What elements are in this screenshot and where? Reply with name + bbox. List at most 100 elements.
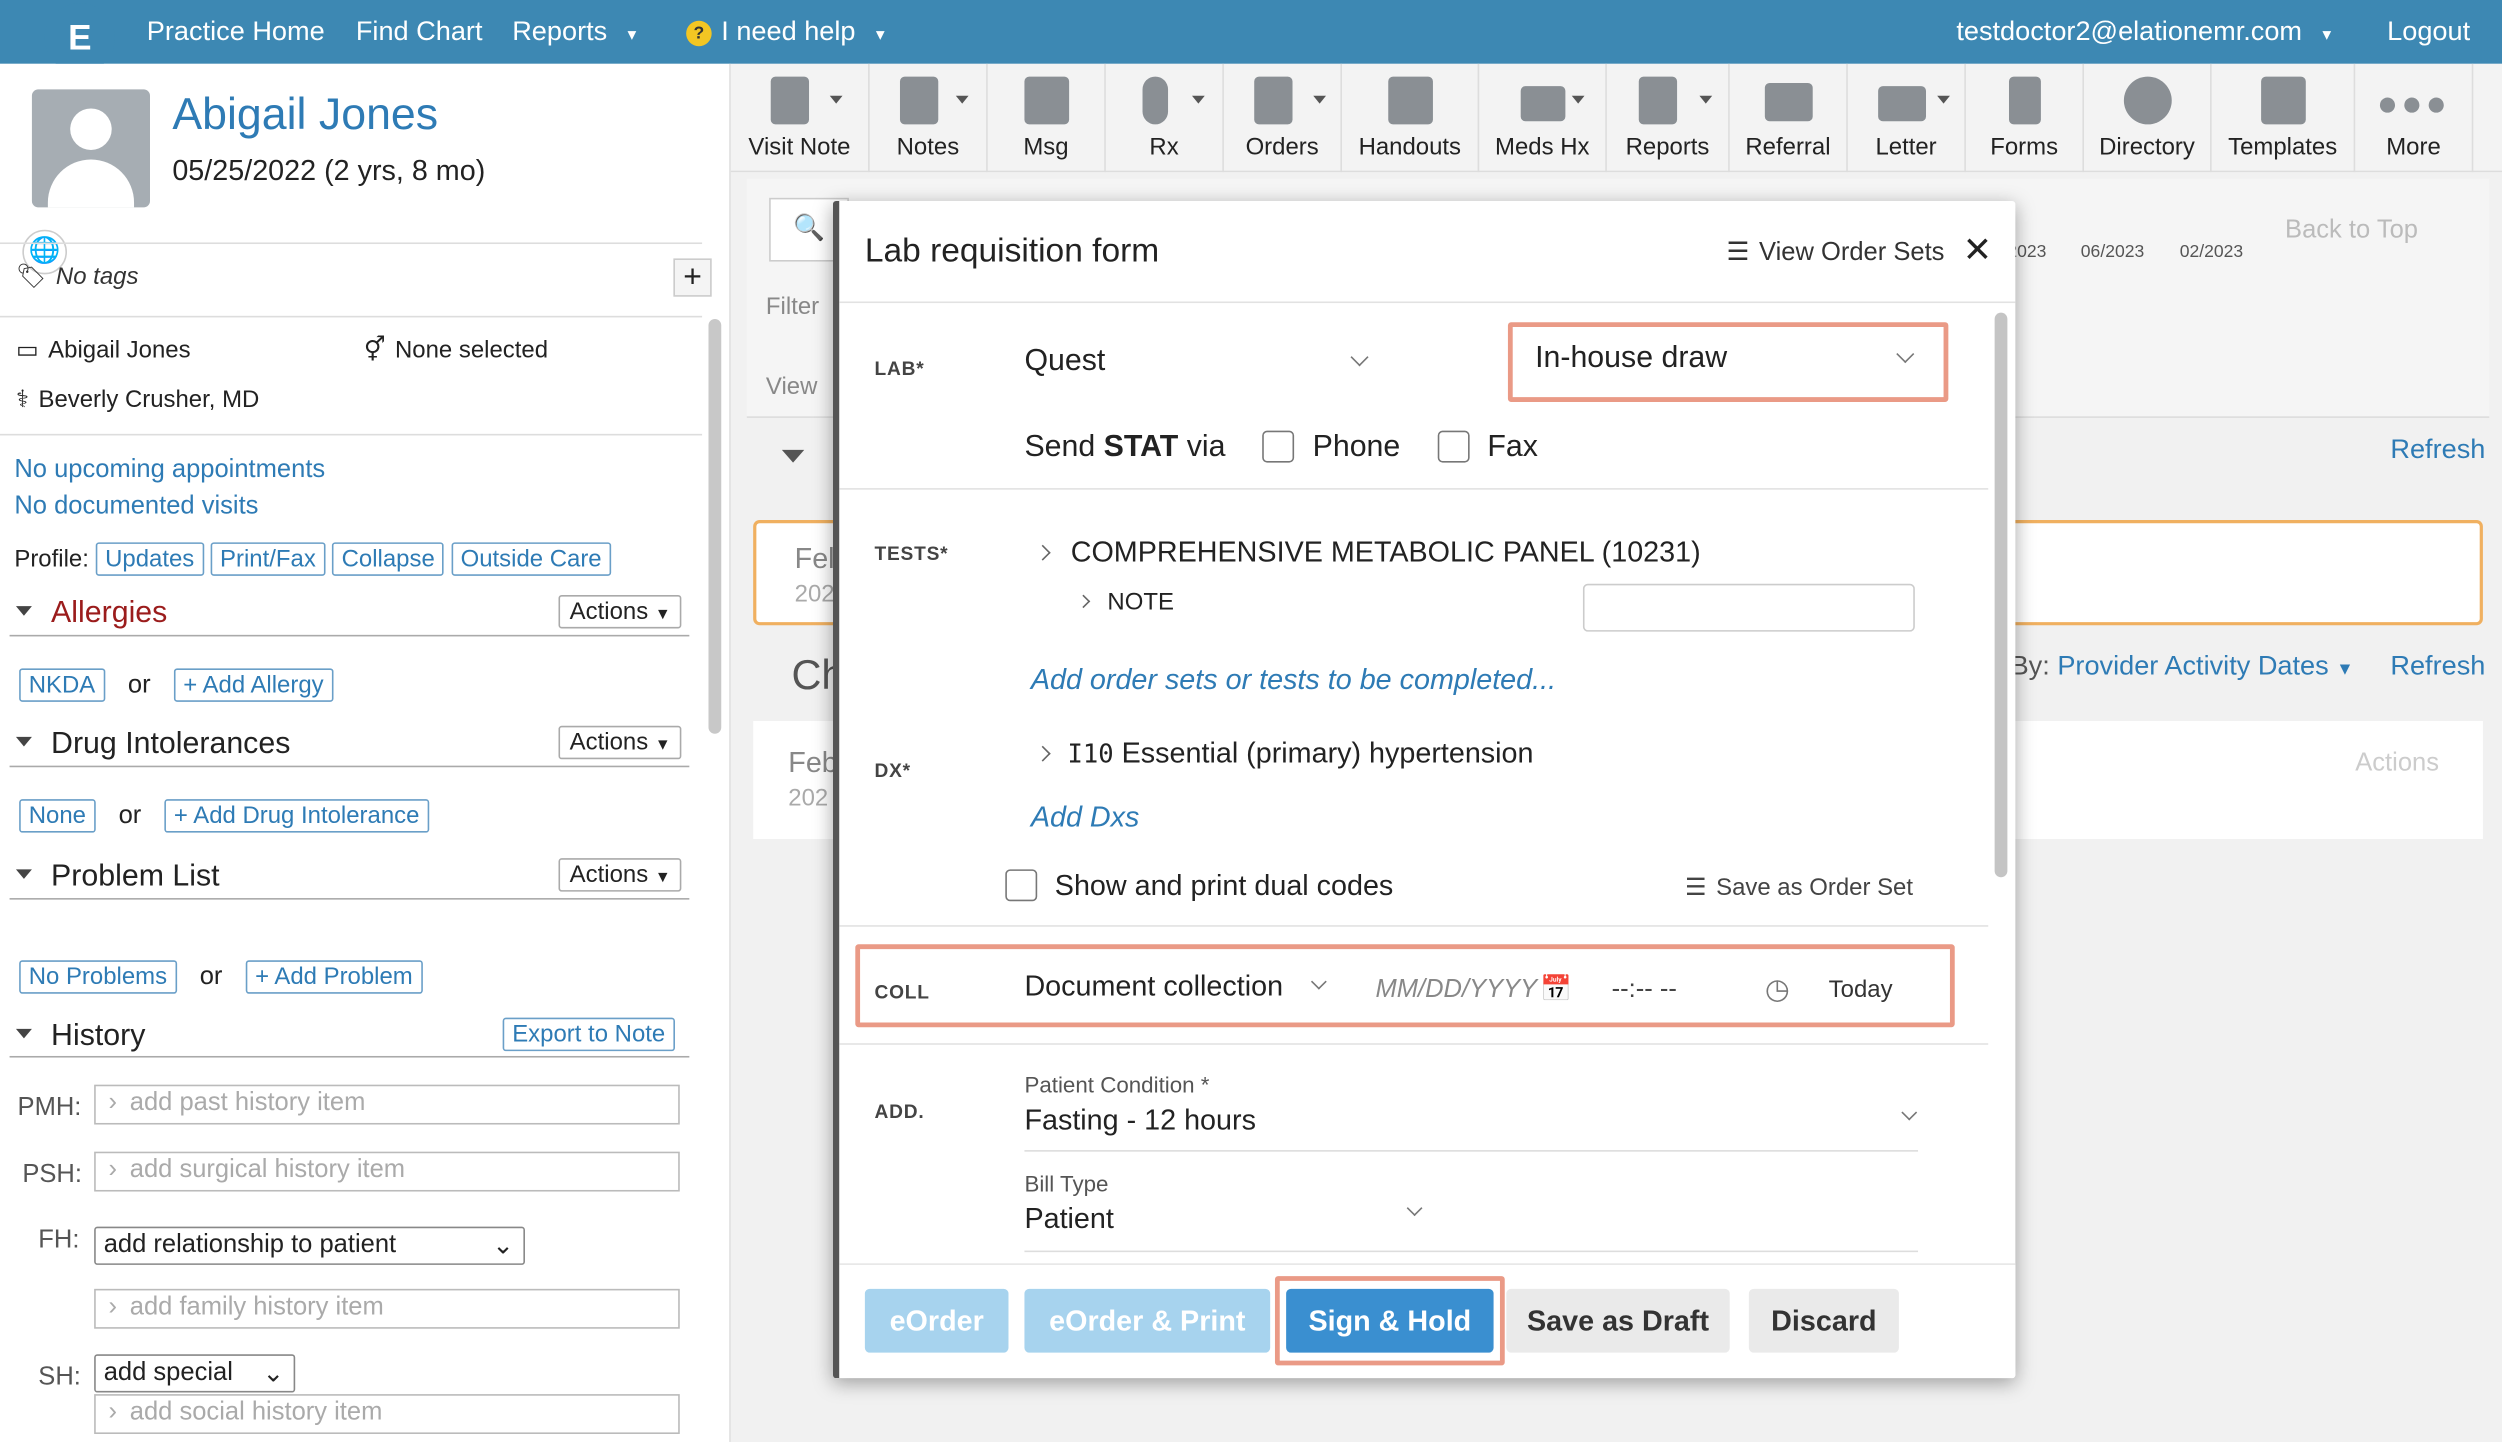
toolbar-forms[interactable]: Forms [1966,63,2084,173]
fh-input[interactable]: › add family history item [94,1288,680,1329]
profile-collapse-link[interactable]: Collapse [332,542,445,576]
no-drug-intolerance-button[interactable]: None [19,799,96,833]
toolbar-label: Visit Note [748,133,851,162]
dual-codes-row[interactable]: Show and print dual codes [1005,869,1393,902]
toolbar-more[interactable]: ●●● More [2355,63,2474,173]
chevron-down-icon [1406,1200,1423,1217]
toolbar-handouts[interactable]: Handouts [1342,63,1480,173]
sort-by[interactable]: By: Provider Activity Dates ▼ [2011,651,2354,683]
toolbar-visit-note[interactable]: Visit Note [731,63,870,173]
lab-select[interactable]: Quest [1024,345,1372,390]
view-order-sets-link[interactable]: ☰ View Order Sets [1727,236,1945,268]
collection-value: Document collection [1024,969,1284,1002]
nav-find-chart[interactable]: Find Chart [356,16,483,48]
allergies-actions-button[interactable]: Actions ▼ [558,594,682,629]
patient-condition-select[interactable]: Fasting - 12 hours [1024,1104,1919,1152]
test-item[interactable]: COMPREHENSIVE METABOLIC PANEL (10231) [1034,535,1701,569]
forms-icon [2008,76,2041,125]
toolbar-letter[interactable]: Letter [1848,63,1966,173]
fax-label: Fax [1487,430,1538,465]
card-title: Fel [794,542,835,575]
nav-reports[interactable]: Reports ▾ [512,16,636,48]
refresh-link-2[interactable]: Refresh [2390,651,2485,683]
toolbar-notes[interactable]: Notes [870,63,988,173]
toolbar-label: Reports [1625,133,1710,162]
nav-practice-home[interactable]: Practice Home [147,16,325,48]
nav-logout[interactable]: Logout [2387,16,2470,48]
clock-icon[interactable]: ◷ [1765,973,1790,1006]
upcoming-appointments-link[interactable]: No upcoming appointments [14,456,325,485]
fh-relationship-select[interactable]: add relationship to patient ⌄ [94,1226,525,1265]
pmh-label: PMH: [17,1094,82,1122]
top-navigation-bar: E Practice Home Find Chart Reports ▾ ? I … [0,0,2502,74]
no-problems-button[interactable]: No Problems [19,960,177,994]
problem-list-actions-button[interactable]: Actions ▼ [558,858,682,892]
patient-name[interactable]: Abigail Jones [172,89,438,140]
gender-row[interactable]: ⚥ None selected [364,335,548,364]
timeline-date: 06/2023 [2080,242,2145,262]
discard-button[interactable]: Discard [1748,1288,1899,1353]
pmh-input[interactable]: › add past history item [94,1084,680,1125]
card-actions[interactable]: Actions [2355,750,2439,779]
toolbar-directory[interactable]: Directory [2084,63,2212,173]
sh-input[interactable]: › add social history item [94,1394,680,1434]
eorder-print-button[interactable]: eOrder & Print [1024,1288,1271,1353]
fax-checkbox[interactable] [1437,430,1470,463]
dual-codes-checkbox[interactable] [1005,869,1038,902]
dx-item[interactable]: I10 Essential (primary) hypertension [1034,737,1534,770]
note-toggle[interactable]: NOTE [1076,589,1174,616]
refresh-link[interactable]: Refresh [2390,434,2485,466]
note-input[interactable] [1582,583,1915,632]
profile-outside-care-link[interactable]: Outside Care [451,542,612,576]
collection-date-input[interactable]: MM/DD/YYYY 📅 [1375,973,1572,1005]
nav-user-menu[interactable]: testdoctor2@elationemr.com ▾ [1956,16,2331,48]
save-draft-button[interactable]: Save as Draft [1506,1288,1730,1353]
referral-icon [1764,82,1812,122]
test-name: COMPREHENSIVE METABOLIC PANEL (10231) [1070,535,1701,568]
add-problem-button[interactable]: + Add Problem [245,960,423,994]
bill-type-select[interactable]: Patient [1024,1200,1423,1251]
nav-help[interactable]: ? I need help ▾ [686,16,885,48]
problem-list-header[interactable]: Problem List [15,860,220,895]
toolbar-referral[interactable]: Referral [1730,63,1848,173]
eorder-button[interactable]: eOrder [864,1288,1009,1353]
export-to-note-button[interactable]: Export to Note [502,1017,675,1052]
toolbar-templates[interactable]: Templates [2212,63,2356,173]
caret-down-icon [1699,95,1713,104]
sh-special-select[interactable]: add special ⌄ [94,1354,296,1393]
profile-printfax-link[interactable]: Print/Fax [210,542,326,576]
toolbar-label: Handouts [1358,133,1462,162]
templates-icon [2260,76,2305,125]
drug-intolerances-header[interactable]: Drug Intolerances [15,727,290,762]
modal-scrollbar[interactable] [1994,312,2008,878]
drug-intolerances-actions-button[interactable]: Actions ▼ [558,725,682,760]
chevron-down-icon [1350,348,1369,367]
toolbar-reports[interactable]: Reports [1607,63,1730,173]
caret-down-icon [1313,95,1327,104]
add-tests-link[interactable]: Add order sets or tests to be completed.… [1031,664,1556,697]
phone-checkbox[interactable] [1262,430,1295,463]
toolbar-orders[interactable]: Orders [1224,63,1342,173]
add-tag-button[interactable]: + [673,258,712,297]
save-order-set-link[interactable]: ☰ Save as Order Set [1685,873,1913,901]
sign-hold-button[interactable]: Sign & Hold [1286,1288,1494,1353]
add-drug-intolerance-button[interactable]: + Add Drug Intolerance [164,799,430,833]
back-to-top-link[interactable]: Back to Top [2285,217,2418,246]
collapse-triangle-icon[interactable] [781,449,805,463]
sidebar-scrollbar[interactable] [708,319,722,734]
collection-time-input[interactable]: --:-- -- [1612,976,1677,1005]
profile-updates-link[interactable]: Updates [95,542,204,576]
toolbar-msg[interactable]: Msg [988,63,1106,173]
collection-select[interactable]: Document collection [1024,970,1330,1003]
toolbar-rx[interactable]: Rx [1106,63,1224,173]
history-header[interactable]: History [15,1019,145,1054]
toolbar-meds-hx[interactable]: Meds Hx [1479,63,1607,173]
documented-visits-link[interactable]: No documented visits [14,493,258,522]
close-icon[interactable]: ✕ [1963,230,1992,271]
nkda-button[interactable]: NKDA [19,668,105,702]
psh-input[interactable]: › add surgical history item [94,1151,680,1192]
add-dxs-link[interactable]: Add Dxs [1031,801,1140,834]
add-allergy-button[interactable]: + Add Allergy [173,668,334,702]
today-button[interactable]: Today [1829,976,1893,1003]
allergies-header[interactable]: Allergies [15,597,167,632]
